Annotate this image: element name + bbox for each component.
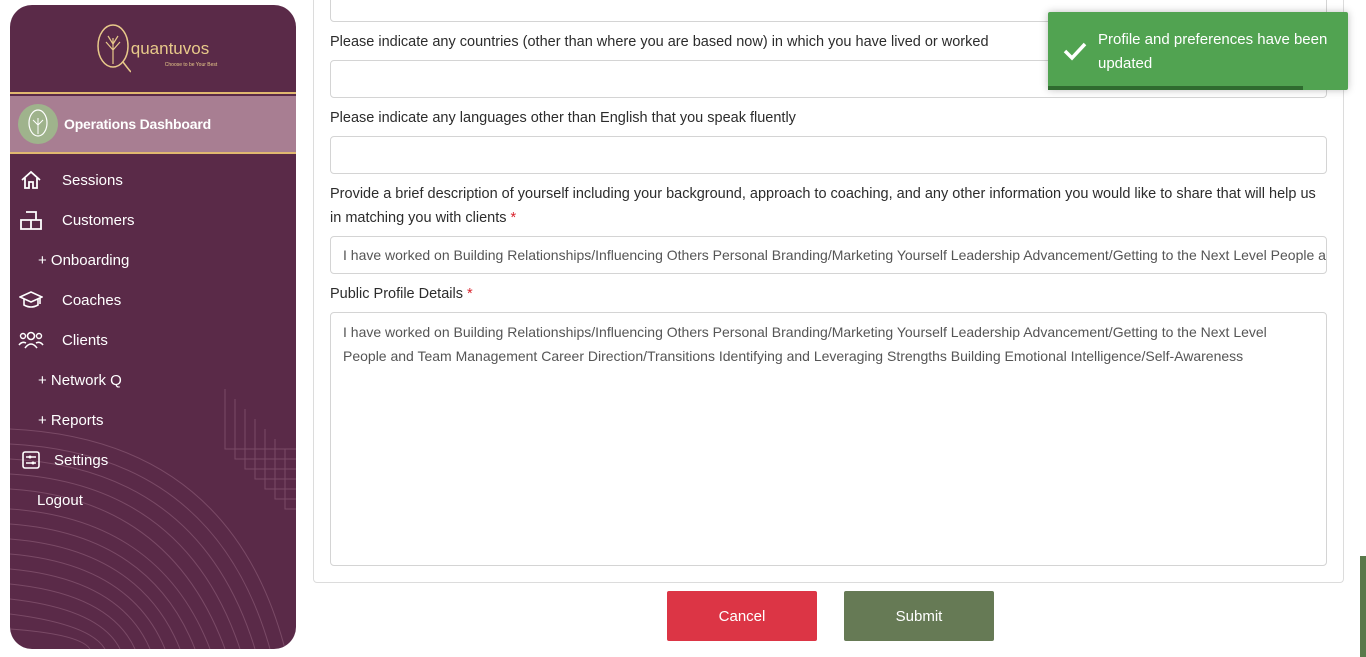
- sidebar-item-label: Settings: [54, 451, 109, 469]
- checkmark-icon: [1063, 42, 1087, 61]
- sidebar-nav: Sessions Customers + Onboarding Coaches …: [10, 160, 296, 520]
- sidebar-item-logout[interactable]: Logout: [10, 480, 296, 520]
- sidebar-item-customers[interactable]: Customers: [10, 200, 296, 240]
- sidebar-item-coaches[interactable]: Coaches: [10, 280, 296, 320]
- submit-button[interactable]: Submit: [844, 591, 994, 641]
- sidebar-item-label: Clients: [62, 331, 108, 349]
- users-icon: [18, 329, 44, 351]
- home-icon: [18, 169, 44, 191]
- boxes-icon: [18, 209, 44, 231]
- toast-message: Profile and preferences have been update…: [1098, 31, 1328, 72]
- operations-dashboard-link[interactable]: Operations Dashboard: [10, 96, 296, 154]
- required-marker: *: [467, 286, 473, 302]
- sidebar-item-clients[interactable]: Clients: [10, 320, 296, 360]
- languages-label: Please indicate any languages other than…: [330, 110, 796, 126]
- success-toast[interactable]: Profile and preferences have been update…: [1048, 12, 1348, 90]
- public-profile-label: Public Profile Details *: [330, 282, 473, 306]
- sidebar-item-settings[interactable]: Settings: [10, 440, 296, 480]
- sidebar-item-label: + Onboarding: [38, 251, 130, 269]
- logo-text: quantuvos: [130, 38, 210, 58]
- required-marker: *: [510, 210, 517, 226]
- description-label-text: Provide a brief description of yourself …: [330, 186, 1316, 226]
- operations-dashboard-label: Operations Dashboard: [64, 116, 211, 132]
- sidebar-item-label: Customers: [62, 211, 135, 229]
- public-profile-textarea[interactable]: I have worked on Building Relationships/…: [330, 312, 1327, 566]
- brand-logo[interactable]: quantuvos Choose to be Your Best: [10, 5, 296, 94]
- sidebar-item-sessions[interactable]: Sessions: [10, 160, 296, 200]
- logo-tagline: Choose to be Your Best: [164, 61, 218, 68]
- countries-label: Please indicate any countries (other tha…: [330, 34, 989, 50]
- sidebar-item-label: + Network Q: [38, 371, 122, 389]
- toast-progress-bar: [1048, 86, 1303, 90]
- cancel-button[interactable]: Cancel: [667, 591, 817, 641]
- sidebar-item-label: Coaches: [62, 291, 122, 309]
- tree-avatar-icon: [18, 104, 58, 144]
- sidebar-item-onboarding[interactable]: + Onboarding: [10, 240, 296, 280]
- description-label: Provide a brief description of yourself …: [330, 182, 1320, 230]
- languages-input[interactable]: [330, 136, 1327, 174]
- sliders-icon: [18, 449, 44, 471]
- sidebar-item-label: Logout: [37, 491, 83, 509]
- public-profile-label-text: Public Profile Details: [330, 286, 463, 302]
- sidebar-item-network-q[interactable]: + Network Q: [10, 360, 296, 400]
- page-scrollbar-thumb[interactable]: [1360, 556, 1366, 657]
- sidebar-item-label: + Reports: [38, 411, 104, 429]
- graduation-cap-icon: [18, 289, 44, 311]
- description-input[interactable]: I have worked on Building Relationships/…: [330, 236, 1327, 274]
- sidebar-item-label: Sessions: [62, 171, 123, 189]
- tree-logo-icon: [97, 23, 131, 73]
- sidebar-item-reports[interactable]: + Reports: [10, 400, 296, 440]
- sidebar: quantuvos Choose to be Your Best Operati…: [10, 5, 296, 649]
